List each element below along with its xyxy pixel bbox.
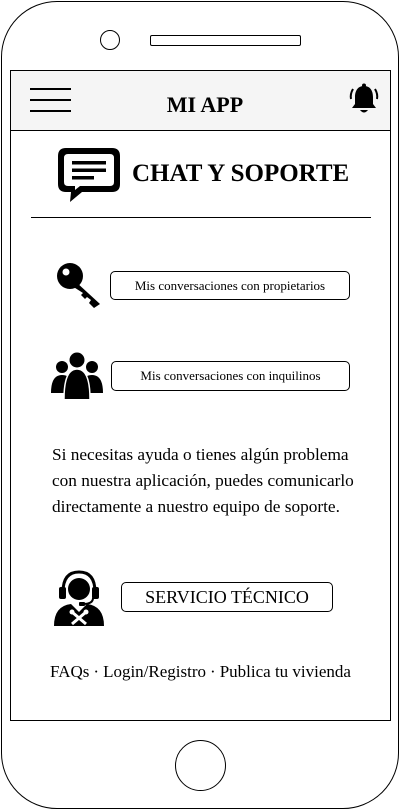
footer-separator: ·	[93, 662, 100, 681]
home-button[interactable]	[175, 740, 226, 791]
faqs-link[interactable]: FAQs	[50, 662, 89, 681]
technical-service-button[interactable]: SERVICIO TÉCNICO	[121, 582, 333, 612]
support-agent-icon	[54, 570, 104, 626]
divider	[31, 217, 371, 218]
app-title: MI APP	[166, 92, 244, 117]
footer-links: FAQs · Login/Registro · Publica tu vivienda	[10, 662, 391, 682]
key-icon	[57, 263, 100, 308]
publish-home-link[interactable]: Publica tu vivienda	[220, 662, 351, 681]
bell-icon[interactable]	[348, 83, 380, 117]
footer-separator: ·	[210, 662, 216, 681]
hamburger-menu-icon[interactable]	[30, 88, 71, 112]
phone-camera	[100, 30, 120, 50]
chat-bubble-icon	[58, 148, 120, 202]
login-register-link[interactable]: Login/Registro	[103, 662, 206, 681]
tenants-conversations-button[interactable]: Mis conversaciones con inquilinos	[111, 361, 350, 391]
users-group-icon	[51, 352, 103, 399]
owners-conversations-button[interactable]: Mis conversaciones con propietarios	[110, 271, 350, 300]
section-title: CHAT Y SOPORTE	[132, 160, 350, 187]
help-text: Si necesitas ayuda o tienes algún proble…	[52, 445, 354, 516]
phone-speaker	[150, 35, 301, 46]
